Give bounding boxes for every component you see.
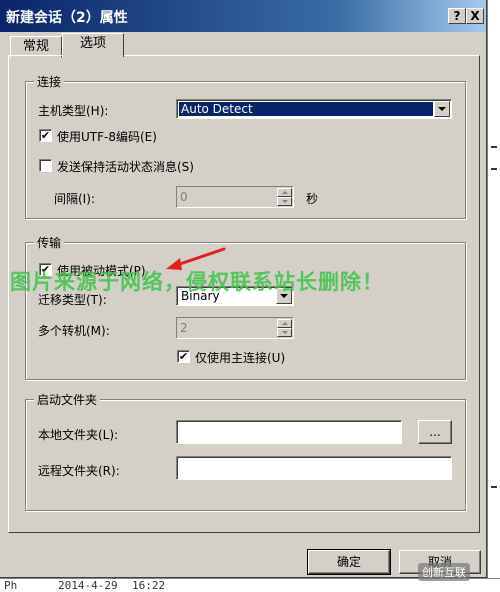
close-button[interactable]: X	[466, 8, 484, 24]
host-type-value: Auto Detect	[179, 102, 433, 116]
interval-spinner[interactable]: 0	[176, 186, 294, 208]
group-title: 启动文件夹	[34, 391, 101, 408]
title-bar[interactable]: 新建会话（2）属性 ? X	[0, 0, 486, 32]
background-mark	[491, 146, 497, 148]
background-mark	[491, 168, 497, 170]
multi-transfer-label: 多个转机(M):	[38, 324, 110, 338]
background-cell: 2014-4-29	[58, 579, 118, 592]
multi-transfer-spinner[interactable]: 2	[176, 317, 294, 339]
main-connection-only-checkbox[interactable]: ✔	[177, 350, 190, 363]
tab-options[interactable]: 选项	[62, 33, 124, 57]
chevron-down-icon[interactable]	[434, 101, 450, 117]
host-type-label: 主机类型(H):	[38, 104, 109, 118]
group-title: 传输	[34, 234, 65, 251]
transfer-group: 传输 ✔ 使用被动模式(P) 迁移类型(T): Binary 多个转机(M): …	[25, 234, 466, 380]
group-title: 连接	[34, 73, 65, 90]
local-folder-label: 本地文件夹(L):	[38, 428, 119, 442]
local-folder-input[interactable]	[176, 420, 402, 444]
help-button[interactable]: ?	[448, 8, 466, 24]
multi-transfer-value: 2	[180, 321, 188, 335]
background-window-edge	[487, 0, 500, 591]
host-type-select[interactable]: Auto Detect	[176, 99, 452, 119]
remote-folder-input[interactable]	[176, 456, 452, 480]
background-cell: Ph	[4, 579, 18, 592]
interval-unit: 秒	[306, 192, 319, 206]
utf8-label: 使用UTF-8编码(E)	[57, 130, 157, 144]
keepalive-checkbox[interactable]	[39, 159, 52, 172]
remote-folder-label: 远程文件夹(R):	[38, 464, 120, 478]
spin-up-icon[interactable]	[277, 188, 292, 197]
site-logo: 创新互联	[418, 563, 470, 581]
connection-group: 连接 主机类型(H): Auto Detect ✔ 使用UTF-8编码(E) 发…	[25, 73, 466, 219]
ok-button[interactable]: 确定	[307, 549, 391, 575]
startup-folder-group: 启动文件夹 本地文件夹(L): ... 远程文件夹(R):	[25, 391, 466, 511]
watermark-text: 图片来源于网络，侵权联系站长删除！	[10, 270, 384, 294]
interval-value: 0	[180, 190, 188, 204]
utf8-checkbox[interactable]: ✔	[39, 129, 52, 142]
spin-up-icon[interactable]	[277, 319, 292, 328]
spin-down-icon[interactable]	[277, 197, 292, 206]
window-title: 新建会话（2）属性	[6, 10, 128, 26]
background-cell: 16:22	[132, 579, 166, 592]
keepalive-label: 发送保持活动状态消息(S)	[57, 160, 194, 174]
interval-label: 间隔(I):	[54, 192, 95, 206]
browse-button[interactable]: ...	[418, 420, 452, 444]
main-connection-only-label: 仅使用主连接(U)	[195, 351, 286, 365]
background-mark	[491, 486, 497, 488]
spin-down-icon[interactable]	[277, 328, 292, 337]
